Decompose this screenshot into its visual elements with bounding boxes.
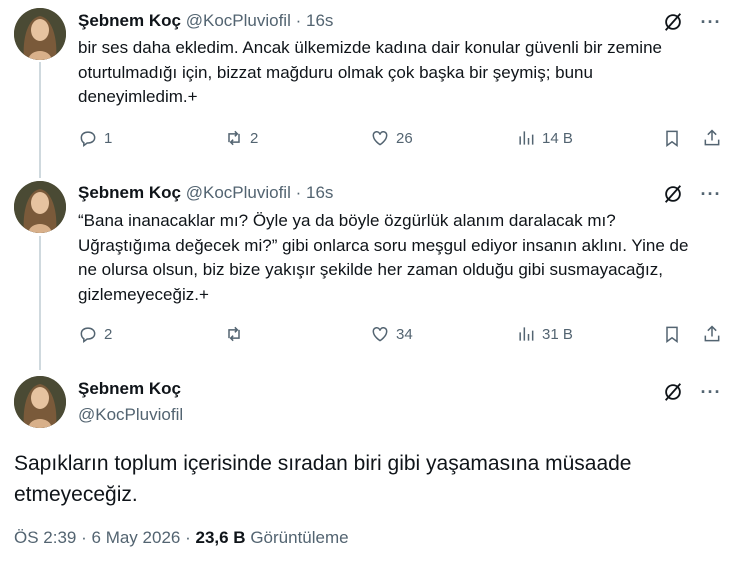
main-author-block: Şebnem Koç @KocPluviofil [78,378,183,426]
bookmark-button[interactable] [662,128,682,148]
avatar[interactable] [14,181,66,233]
tweet-header-icons: ··· [661,380,723,404]
tweet-header: Şebnem Koç @KocPluviofil · 16s [78,183,333,203]
tweet[interactable]: Şebnem Koç @KocPluviofil · 16s ··· bir s… [0,0,741,175]
repost-button[interactable]: 2 [224,128,258,148]
grok-icon[interactable] [661,380,685,404]
reply-count: 2 [104,325,113,343]
reply-count: 1 [104,129,113,147]
tweet-text: “Bana inanacaklar mı? Öyle ya da böyle ö… [78,211,689,304]
views-button[interactable]: 31 B [516,324,573,344]
timestamp[interactable]: 16s [306,11,333,30]
more-icon[interactable]: ··· [699,182,723,206]
tweet[interactable]: Şebnem Koç @KocPluviofil · 16s ··· “Bana… [0,176,741,366]
heart-icon [372,130,388,146]
bookmark-icon [666,326,678,343]
repost-button[interactable] [224,324,250,344]
views-button[interactable]: 14 B [516,128,573,148]
separator-dot: · [81,528,87,547]
repost-icon [228,326,240,342]
reply-icon [80,327,96,343]
view-count: 31 B [542,325,573,343]
author-name[interactable]: Şebnem Koç [78,11,181,30]
avatar[interactable] [14,376,66,428]
tweet-time[interactable]: ÖS 2:39 [14,528,76,547]
grok-icon[interactable] [661,10,685,34]
main-tweet-text: Sapıkların toplum içerisinde sıradan bir… [14,452,632,506]
reply-button[interactable]: 2 [78,324,112,344]
author-name[interactable]: Şebnem Koç [78,378,183,400]
like-count: 34 [396,325,413,343]
bookmark-icon [666,130,678,147]
author-handle[interactable]: @KocPluviofil [78,404,183,426]
separator-dot: · [295,183,302,202]
share-icon [704,325,720,342]
more-icon[interactable]: ··· [699,380,723,404]
grok-icon[interactable] [661,182,685,206]
heart-icon [372,326,388,342]
views-label: Görüntüleme [250,528,349,547]
views-bar-chart-icon [519,131,534,145]
share-button[interactable] [702,324,722,344]
tweet-header-icons: ··· [661,10,723,34]
timestamp[interactable]: 16s [306,183,333,202]
reply-button[interactable]: 1 [78,128,112,148]
tweet-text: bir ses daha ekledim. Ancak ülkemizde ka… [78,38,662,106]
tweet-actions: 1 2 26 14 B [74,128,729,154]
bookmark-button[interactable] [662,324,682,344]
share-button[interactable] [702,128,722,148]
tweet-actions: 2 34 31 B [74,324,729,350]
separator-dot: · [295,11,302,30]
tweet-header-icons: ··· [661,182,723,206]
view-count: 14 B [542,129,573,147]
repost-count: 2 [250,129,259,147]
like-button[interactable]: 26 [370,128,413,148]
avatar[interactable] [14,8,66,60]
view-count: 23,6 B [195,528,246,547]
tweet-date[interactable]: 6 May 2026 [92,528,181,547]
reply-icon [80,131,96,147]
separator-dot: · [185,528,191,547]
tweet-header: Şebnem Koç @KocPluviofil · 16s [78,11,333,31]
author-handle[interactable]: @KocPluviofil [186,11,291,30]
like-button[interactable]: 34 [370,324,413,344]
author-name[interactable]: Şebnem Koç [78,183,181,202]
views-bar-chart-icon [519,327,534,341]
more-icon[interactable]: ··· [699,10,723,34]
author-handle[interactable]: @KocPluviofil [186,183,291,202]
share-icon [704,129,720,146]
like-count: 26 [396,129,413,147]
repost-icon [228,130,240,146]
tweet-meta: ÖS 2:39 · 6 May 2026 · 23,6 B Görüntülem… [14,528,349,548]
